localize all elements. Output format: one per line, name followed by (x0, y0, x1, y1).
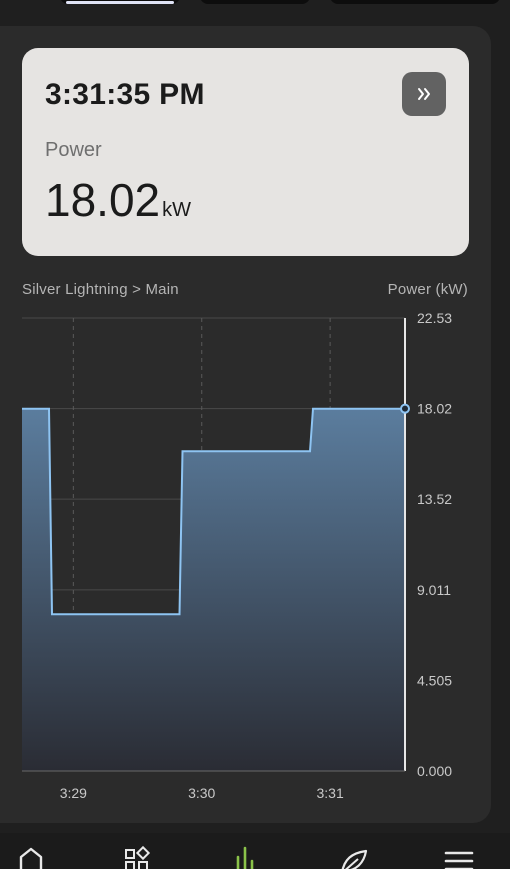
metric-label: Power (45, 139, 102, 161)
x-tick-label: 3:31 (316, 785, 343, 801)
current-time: 3:31:35 PM (45, 78, 205, 111)
home-icon (19, 847, 43, 869)
y-tick-label: 18.02 (417, 401, 452, 417)
nav-sustainability[interactable] (336, 845, 372, 869)
current-value-marker (400, 403, 410, 414)
y-tick-label: 0.000 (417, 763, 452, 779)
chevron-double-right-icon (418, 88, 430, 100)
y-tick-label: 13.52 (417, 491, 452, 507)
y-tick-label: 22.53 (417, 310, 452, 326)
top-tab-strip (0, 0, 510, 6)
power-chart[interactable]: 22.53 18.02 13.52 9.011 4.505 0.000 3:29 3:30 3:… (0, 300, 510, 820)
top-tab-3[interactable] (330, 0, 500, 4)
x-tick-label: 3:29 (60, 785, 87, 801)
metric-unit: kW (162, 199, 192, 221)
nav-widgets[interactable] (119, 845, 155, 869)
nav-chart[interactable] (227, 845, 263, 869)
expand-button[interactable] (402, 72, 446, 116)
chart-breadcrumb[interactable]: Silver Lightning > Main (22, 281, 179, 298)
bar-chart-icon (236, 846, 254, 869)
metric-value-row: 18.02 kW (45, 173, 191, 227)
nav-menu[interactable] (441, 845, 477, 869)
widgets-icon (125, 845, 151, 869)
y-tick-label: 9.011 (417, 582, 451, 598)
chart-axis-title: Power (kW) (387, 281, 468, 298)
bottom-navigation (0, 833, 510, 869)
x-tick-label: 3:30 (188, 785, 215, 801)
metric-value: 18.02 (45, 174, 161, 226)
leaf-icon (341, 849, 368, 869)
menu-icon (444, 851, 474, 869)
top-tab-2[interactable] (200, 0, 310, 4)
top-tab-1[interactable] (60, 0, 180, 4)
power-info-card: 3:31:35 PM Power 18.02 kW (22, 48, 469, 256)
nav-home[interactable] (13, 845, 49, 869)
y-tick-label: 4.505 (417, 672, 452, 688)
